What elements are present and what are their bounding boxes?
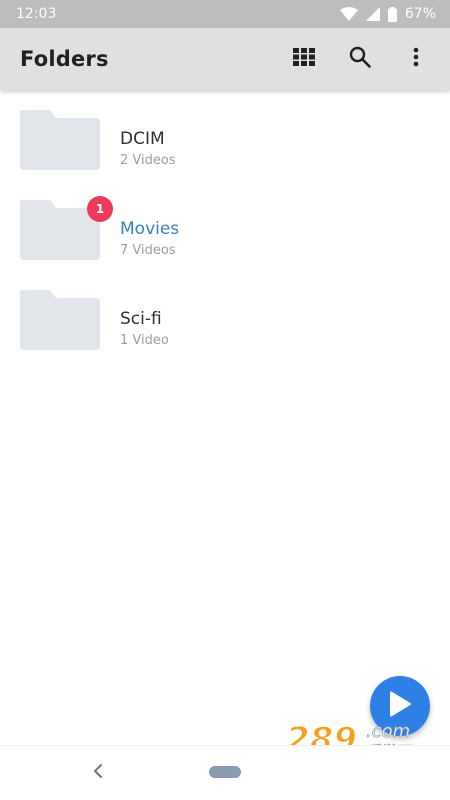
app-bar-actions xyxy=(286,41,434,77)
battery-percent: 67% xyxy=(404,6,436,22)
grid-view-icon xyxy=(293,48,315,70)
folder-text: DCIM 2 Videos xyxy=(120,110,176,168)
folder-item-dcim[interactable]: DCIM 2 Videos xyxy=(0,110,450,200)
system-nav-bar xyxy=(0,746,450,800)
folder-video-count: 1 Video xyxy=(120,333,169,348)
folder-name: Sci-fi xyxy=(120,309,162,329)
folder-text: Movies 7 Videos xyxy=(120,200,179,258)
folder-item-movies[interactable]: 1 Movies 7 Videos xyxy=(0,196,450,290)
folder-text: Sci-fi 1 Video xyxy=(120,290,169,348)
play-all-button[interactable] xyxy=(370,676,430,736)
folder-video-count: 2 Videos xyxy=(120,153,176,168)
folder-icon xyxy=(20,290,100,350)
back-button[interactable] xyxy=(86,759,110,783)
wifi-icon xyxy=(339,7,358,21)
signal-icon xyxy=(365,7,380,21)
folder-list: DCIM 2 Videos 1 Movies 7 Videos Sci-fi 1… xyxy=(0,110,450,380)
folder-item-sci-fi[interactable]: Sci-fi 1 Video xyxy=(0,290,450,380)
status-time: 12:03 xyxy=(16,6,57,22)
more-vert-icon xyxy=(413,47,419,71)
folder-name: Movies xyxy=(120,219,180,239)
search-icon xyxy=(349,46,371,72)
new-count-badge: 1 xyxy=(87,196,113,222)
folder-name: DCIM xyxy=(120,129,165,149)
page-title: Folders xyxy=(20,47,109,71)
home-pill-icon[interactable] xyxy=(209,766,241,778)
folder-icon: 1 xyxy=(20,196,113,260)
back-chevron-icon xyxy=(86,764,110,787)
play-icon xyxy=(388,691,412,721)
folder-video-count: 7 Videos xyxy=(120,243,176,258)
status-icons: 67% xyxy=(339,6,436,22)
folder-icon xyxy=(20,110,100,170)
search-button[interactable] xyxy=(342,41,378,77)
status-bar: 12:03 67% xyxy=(0,0,450,28)
battery-icon xyxy=(387,6,397,22)
screen: 12:03 67% Folders DCIM 2 Videos 1 Movies… xyxy=(0,0,450,800)
app-bar: Folders xyxy=(0,28,450,90)
grid-view-button[interactable] xyxy=(286,41,322,77)
more-options-button[interactable] xyxy=(398,41,434,77)
